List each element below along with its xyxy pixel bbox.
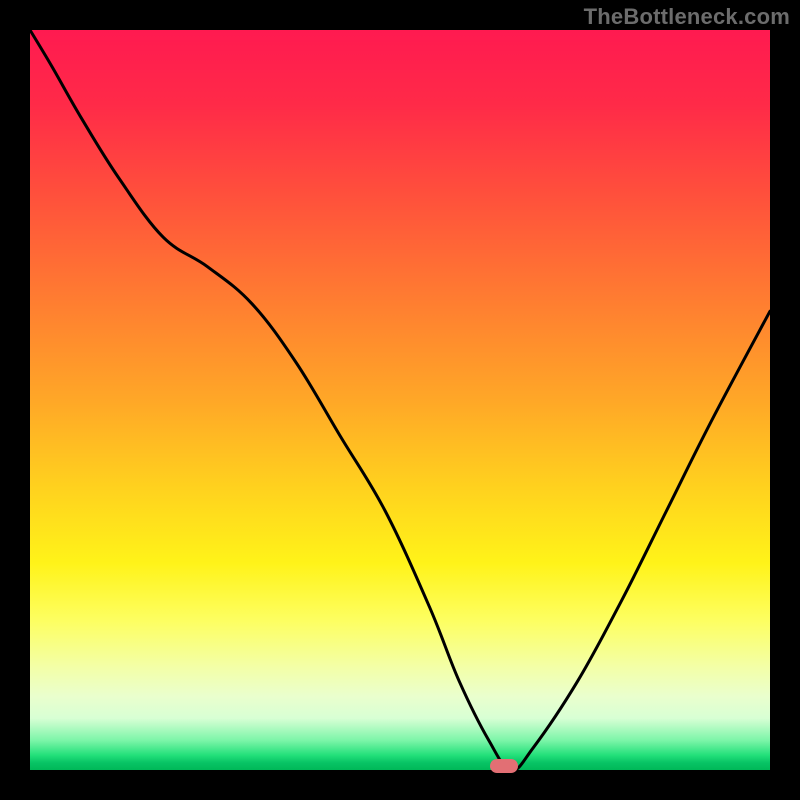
plot-area	[30, 30, 770, 770]
minimum-marker	[490, 759, 518, 773]
watermark-text: TheBottleneck.com	[584, 4, 790, 30]
chart-frame: TheBottleneck.com	[0, 0, 800, 800]
